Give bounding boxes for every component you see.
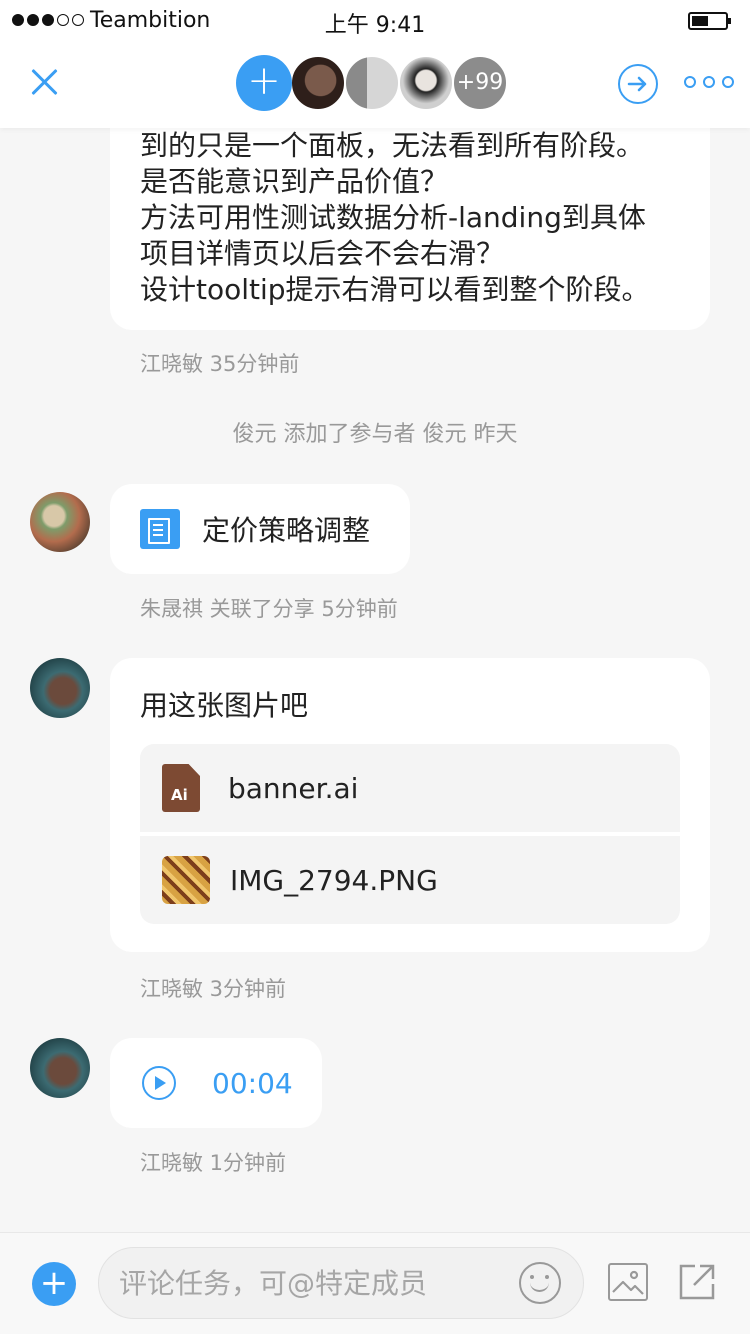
avatar[interactable] (30, 1038, 90, 1098)
message-meta: 江晓敏 3分钟前 (140, 977, 287, 1001)
status-bar: Teambition 上午 9:41 (0, 0, 750, 40)
message-line: 项目详情页以后会不会右滑？ (140, 237, 505, 270)
attachment-name: banner.ai (228, 771, 359, 805)
comment-box (98, 1247, 584, 1319)
battery-icon (688, 12, 731, 30)
image-icon[interactable] (608, 1263, 648, 1301)
member-avatar[interactable] (398, 55, 454, 111)
document-icon (140, 509, 180, 549)
voice-message[interactable]: 00:04 (110, 1038, 322, 1128)
avatar[interactable] (30, 658, 90, 718)
more-options-icon[interactable] (684, 76, 734, 88)
attachment-list: Ai banner.ai IMG_2794.PNG (140, 744, 680, 924)
shared-document-card[interactable]: 定价策略调整 (110, 484, 410, 574)
message-line: 到的只是一个面板，无法看到所有阶段。 (140, 129, 645, 162)
top-bar: Teambition 上午 9:41 + +99 (0, 0, 750, 128)
add-attachment-button[interactable]: + (32, 1262, 76, 1306)
add-member-button[interactable]: + (236, 55, 292, 111)
attachment-name: IMG_2794.PNG (230, 863, 438, 897)
message-meta: 江晓敏 35分钟前 (140, 352, 300, 376)
file-message: 用这张图片吧 Ai banner.ai IMG_2794.PNG (110, 658, 710, 952)
arrow-right-circle-icon[interactable] (618, 64, 658, 104)
member-list: + +99 (236, 55, 508, 113)
shared-document-title: 定价策略调整 (202, 514, 371, 547)
message-line: 方法可用性测试数据分析-landing到具体 (140, 201, 646, 234)
status-time: 上午 9:41 (324, 13, 426, 38)
image-thumbnail (162, 856, 210, 904)
activity-feed[interactable]: 到的只是一个面板，无法看到所有阶段。 是否能意识到产品价值？ 方法可用性测试数据… (0, 128, 750, 1232)
member-avatar[interactable] (344, 55, 400, 111)
comment-input[interactable] (119, 1248, 509, 1318)
ai-file-icon: Ai (162, 764, 200, 812)
emoji-icon[interactable] (519, 1262, 561, 1304)
more-members-badge[interactable]: +99 (452, 55, 508, 111)
system-note: 俊元 添加了参与者 俊元 昨天 (232, 422, 518, 447)
attachment-item[interactable]: IMG_2794.PNG (140, 832, 680, 924)
comment-composer: + (0, 1232, 750, 1334)
close-button[interactable] (26, 64, 62, 100)
member-avatar[interactable] (290, 55, 346, 111)
message-text: 用这张图片吧 (140, 689, 309, 722)
voice-duration: 00:04 (212, 1066, 293, 1100)
share-external-icon[interactable] (678, 1263, 716, 1301)
text-message: 到的只是一个面板，无法看到所有阶段。 是否能意识到产品价值？ 方法可用性测试数据… (110, 128, 710, 330)
play-icon[interactable] (142, 1066, 176, 1100)
attachment-item[interactable]: Ai banner.ai (140, 744, 680, 832)
avatar[interactable] (30, 492, 90, 552)
share-meta: 朱晟祺 关联了分享 5分钟前 (140, 597, 398, 621)
message-meta: 江晓敏 1分钟前 (140, 1151, 287, 1175)
message-line: 设计tooltip提示右滑可以看到整个阶段。 (140, 273, 650, 306)
message-line: 是否能意识到产品价值？ (140, 165, 449, 198)
